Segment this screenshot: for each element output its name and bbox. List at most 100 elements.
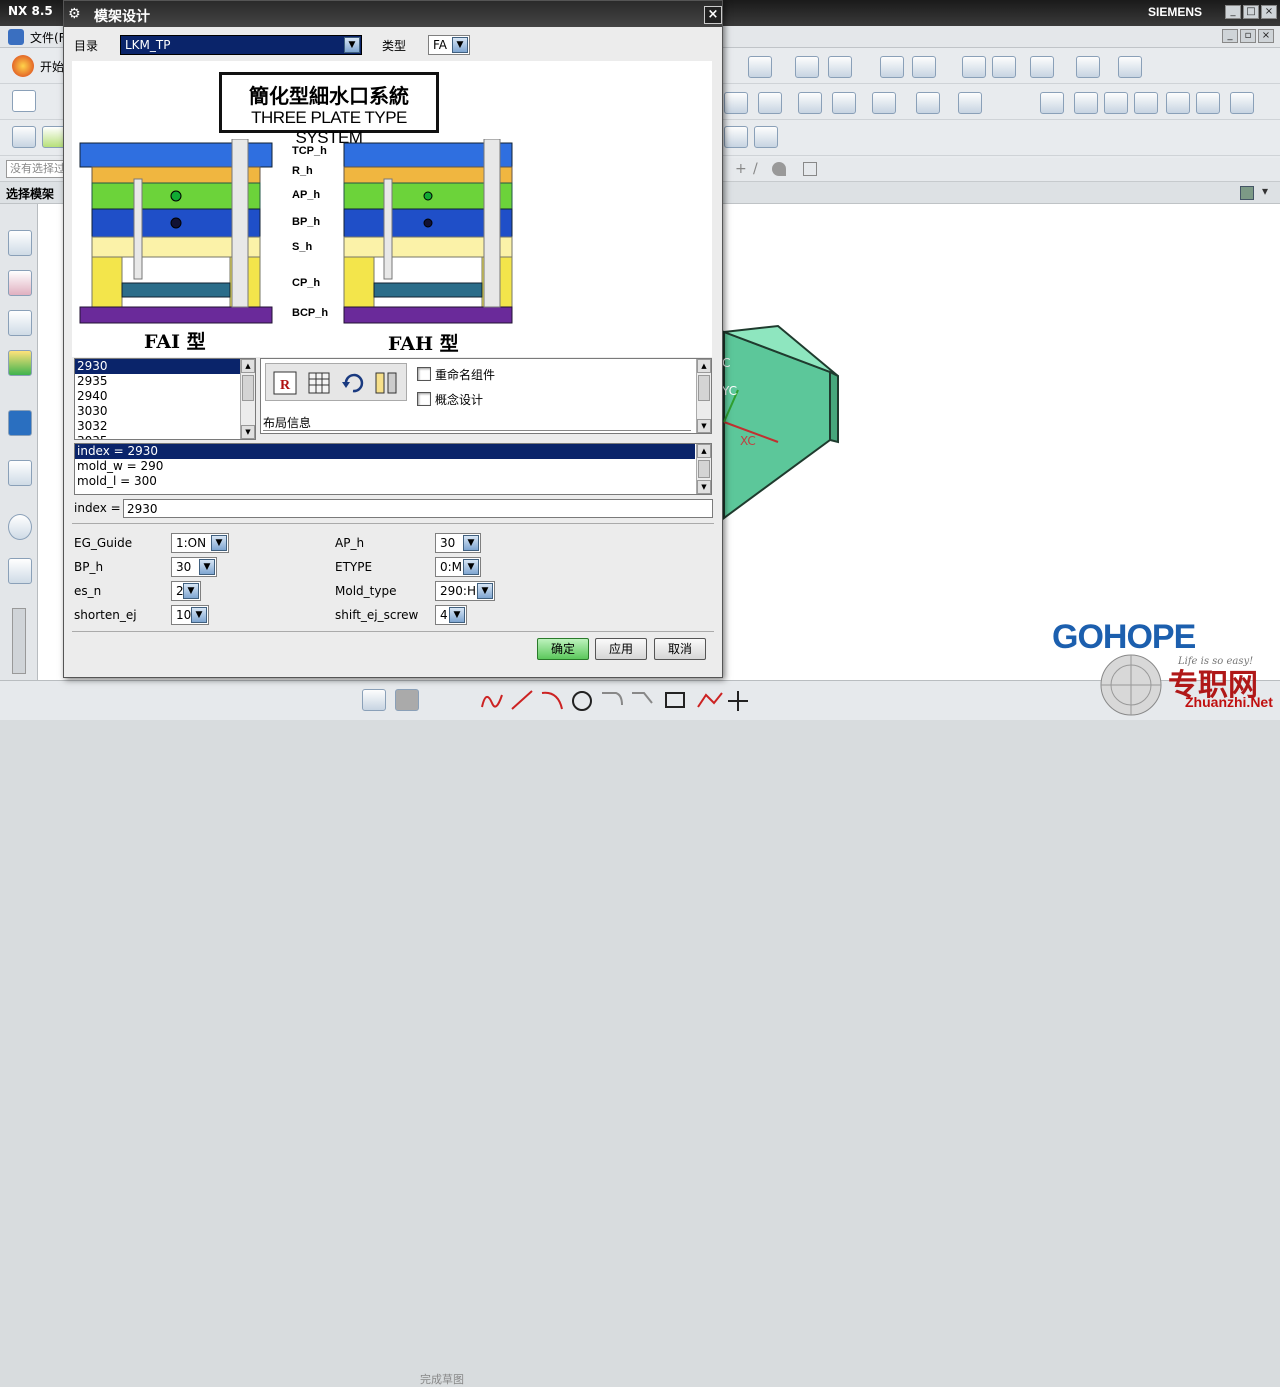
close-icon[interactable]: × (704, 6, 722, 24)
doc-restore-icon[interactable]: ▫ (1240, 29, 1256, 43)
toolbar-tool-icon[interactable] (748, 56, 772, 78)
start-icon[interactable] (12, 55, 34, 77)
doc-minimize-icon[interactable]: _ (1222, 29, 1238, 43)
part-navigator-icon[interactable] (8, 310, 32, 336)
constraint-navigator-icon[interactable] (8, 270, 32, 296)
scroll-thumb[interactable] (698, 460, 710, 478)
shorten-ej-select[interactable]: 10 ▼ (171, 605, 209, 625)
web-browser-icon[interactable] (8, 460, 32, 486)
toolbar-tool-icon[interactable] (724, 126, 748, 148)
scroll-thumb[interactable] (242, 375, 254, 401)
catalog-select[interactable]: LKM_TP ▼ (120, 35, 362, 55)
cancel-button[interactable]: 取消 (654, 638, 706, 660)
history-icon[interactable] (8, 514, 32, 540)
resource-scroll[interactable] (12, 608, 26, 674)
toolbar-tool-icon[interactable] (872, 92, 896, 114)
size-list-item[interactable]: 3035 (75, 434, 255, 439)
toolbar-tool-icon[interactable] (832, 92, 856, 114)
scroll-thumb[interactable] (698, 375, 710, 401)
finish-sketch-label[interactable]: 完成草图 (420, 1371, 464, 1387)
sketch-icon[interactable] (362, 689, 386, 711)
dialog-titlebar[interactable]: ⚙ 模架设计 × (64, 1, 722, 27)
size-list-item[interactable]: 2930 (75, 359, 255, 374)
rotate-icon[interactable] (340, 370, 366, 396)
etype-select[interactable]: 0:M ▼ (435, 557, 481, 577)
expression-list-item[interactable]: mold_l = 300 (75, 474, 695, 489)
maximize-icon[interactable]: □ (1243, 5, 1259, 19)
expression-edit-input[interactable] (123, 499, 713, 518)
concept-design-checkbox[interactable] (417, 392, 431, 406)
toolbar-tool-icon[interactable] (916, 92, 940, 114)
properties-icon[interactable] (12, 126, 36, 148)
toolbar-tool-icon[interactable] (1040, 92, 1064, 114)
assembly-navigator-icon[interactable] (8, 230, 32, 256)
toolbar-tool-icon[interactable] (912, 56, 936, 78)
toolbar-tool-icon[interactable] (724, 92, 748, 114)
toolbar-tool-icon[interactable] (1104, 92, 1128, 114)
scroll-up-icon[interactable]: ▲ (241, 359, 255, 373)
options-scrollbar[interactable]: ▲ ▼ (696, 359, 711, 433)
toolbar-tool-icon[interactable] (1134, 92, 1158, 114)
size-list-item[interactable]: 2935 (75, 374, 255, 389)
dropdown-icon[interactable]: ▾ (1262, 184, 1268, 198)
scroll-down-icon[interactable]: ▼ (241, 425, 255, 439)
new-file-icon[interactable] (12, 90, 36, 112)
toolbar-tool-icon[interactable] (962, 56, 986, 78)
size-list-scrollbar[interactable]: ▲ ▼ (240, 359, 255, 439)
roles-icon[interactable] (8, 558, 32, 584)
type-select[interactable]: FA ▼ (428, 35, 470, 55)
snap-point-icon[interactable] (772, 162, 786, 176)
reuse-library-icon[interactable] (8, 350, 32, 376)
expression-scrollbar[interactable]: ▲ ▼ (696, 444, 711, 494)
es-n-select[interactable]: 2 ▼ (171, 581, 201, 601)
toolbar-tool-icon[interactable] (798, 92, 822, 114)
doc-close-icon[interactable]: × (1258, 29, 1274, 43)
close-icon[interactable]: × (1261, 5, 1277, 19)
snap-grid-icon[interactable] (803, 162, 817, 176)
selection-filter-input[interactable]: 没有选择过 (6, 160, 66, 178)
size-list-item[interactable]: 3030 (75, 404, 255, 419)
view-icon[interactable] (1240, 186, 1254, 200)
expression-list[interactable]: index = 2930 mold_w = 290 mold_l = 300 ▲ ▼ (74, 443, 712, 495)
toolbar-tool-icon[interactable] (958, 92, 982, 114)
size-list-item[interactable]: 3032 (75, 419, 255, 434)
rename-components-checkbox[interactable] (417, 367, 431, 381)
expression-list-item[interactable]: index = 2930 (75, 444, 695, 459)
toolbar-tool-icon[interactable] (1074, 92, 1098, 114)
expression-list-item[interactable]: mold_w = 290 (75, 459, 695, 474)
size-list[interactable]: 293029352940303030323035 ▲ ▼ (74, 358, 256, 440)
scroll-up-icon[interactable]: ▲ (697, 359, 711, 373)
ap-h-select[interactable]: 30 ▼ (435, 533, 481, 553)
snap-line-icon[interactable]: / (753, 161, 758, 177)
toolbar-tool-icon[interactable] (1076, 56, 1100, 78)
info-icon[interactable] (8, 410, 32, 436)
toolbar-tool-icon[interactable] (795, 56, 819, 78)
minimize-icon[interactable]: _ (1225, 5, 1241, 19)
toolbar-tool-icon[interactable] (880, 56, 904, 78)
toolbar-tool-icon[interactable] (1196, 92, 1220, 114)
mold-type-select[interactable]: 290:H ▼ (435, 581, 495, 601)
shift-ej-screw-select[interactable]: 4 ▼ (435, 605, 467, 625)
toolbar-tool-icon[interactable] (992, 56, 1016, 78)
scroll-up-icon[interactable]: ▲ (697, 444, 711, 458)
toolbar-tool-icon[interactable] (754, 126, 778, 148)
eg-guide-select[interactable]: 1:ON ▼ (171, 533, 229, 553)
toolbar-tool-icon[interactable] (1166, 92, 1190, 114)
rename-r-icon[interactable]: R (272, 370, 298, 396)
ruler-icon[interactable] (372, 370, 400, 396)
table-icon[interactable] (306, 370, 332, 396)
toolbar-tool-icon[interactable] (1118, 56, 1142, 78)
toolbar-tool-icon[interactable] (1030, 56, 1054, 78)
finish-sketch-icon[interactable] (395, 689, 419, 711)
toolbar-tool-icon[interactable] (828, 56, 852, 78)
scroll-down-icon[interactable]: ▼ (697, 419, 711, 433)
apply-button[interactable]: 应用 (595, 638, 647, 660)
toolbar-tool-icon[interactable] (1230, 92, 1254, 114)
gear-icon[interactable]: ⚙ (68, 6, 84, 22)
bp-h-select[interactable]: 30 ▼ (171, 557, 217, 577)
scroll-down-icon[interactable]: ▼ (697, 480, 711, 494)
start-button[interactable]: 开始 (40, 58, 64, 75)
toolbar-tool-icon[interactable] (758, 92, 782, 114)
snap-plus-icon[interactable]: + (735, 161, 747, 177)
ok-button[interactable]: 确定 (537, 638, 589, 660)
